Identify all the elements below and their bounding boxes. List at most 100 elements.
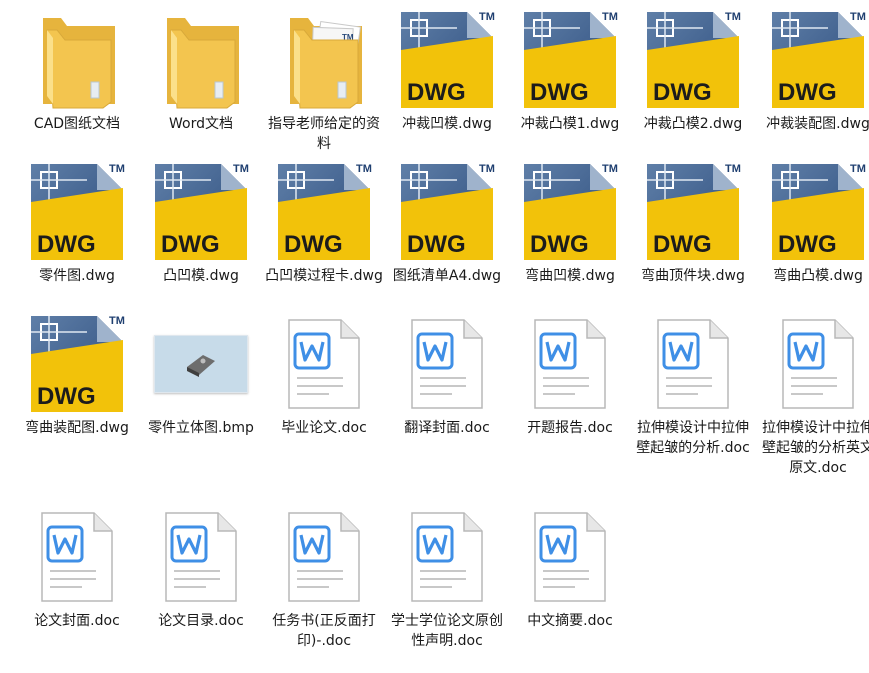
file-item[interactable]: DWG TM 弯曲凸模.dwg	[757, 160, 869, 310]
svg-text:TM: TM	[850, 11, 866, 23]
file-name-label: 论文目录.doc	[158, 613, 244, 629]
word-document-icon	[274, 505, 374, 609]
dwg-file-icon: DWG TM	[397, 8, 497, 112]
word-document-icon	[768, 312, 868, 416]
svg-text:TM: TM	[356, 163, 372, 175]
file-item[interactable]: 学士学位论文原创性声明.doc	[386, 505, 508, 655]
file-item[interactable]: 拉伸模设计中拉伸壁起皱的分析英文原文.doc	[757, 312, 869, 476]
svg-text:TM: TM	[479, 11, 495, 23]
file-grid: CAD图纸文档 Word文档 TM 指导老师给定的资料 DWG TM 冲裁凹模.…	[0, 0, 869, 673]
word-document-icon	[643, 312, 743, 416]
dwg-file-icon: DWG TM	[27, 160, 127, 264]
svg-text:TM: TM	[109, 163, 125, 175]
file-item[interactable]: DWG TM 图纸清单A4.dwg	[386, 160, 508, 310]
word-document-icon	[397, 505, 497, 609]
file-name-label: 中文摘要.doc	[527, 613, 613, 629]
word-document-icon	[520, 505, 620, 609]
svg-text:TM: TM	[602, 11, 618, 23]
file-name-label: 凸凹模.dwg	[163, 268, 239, 284]
file-name-label: 零件立体图.bmp	[148, 420, 254, 436]
svg-text:DWG: DWG	[37, 231, 96, 258]
file-name-label: 冲裁凸模2.dwg	[643, 116, 743, 132]
dwg-file-icon: DWG TM	[643, 8, 743, 112]
dwg-file-icon: DWG TM	[768, 160, 868, 264]
file-name-label: 冲裁凸模1.dwg	[520, 116, 620, 132]
file-name-label: 任务书(正反面打印)-.doc	[272, 613, 376, 649]
svg-text:DWG: DWG	[530, 231, 589, 258]
dwg-file-icon: DWG TM	[520, 160, 620, 264]
file-name-label: 弯曲装配图.dwg	[25, 420, 129, 436]
folder-icon	[27, 8, 127, 112]
file-item[interactable]: 中文摘要.doc	[509, 505, 631, 655]
file-item[interactable]: 零件立体图.bmp	[140, 312, 262, 462]
file-name-label: 弯曲凹模.dwg	[525, 268, 615, 284]
file-name-label: 拉伸模设计中拉伸壁起皱的分析.doc	[636, 420, 750, 456]
file-item[interactable]: 论文目录.doc	[140, 505, 262, 655]
file-item[interactable]: 开题报告.doc	[509, 312, 631, 462]
file-item[interactable]: 拉伸模设计中拉伸壁起皱的分析.doc	[632, 312, 754, 462]
svg-text:DWG: DWG	[407, 231, 466, 258]
file-item[interactable]: DWG TM 冲裁装配图.dwg	[757, 8, 869, 158]
file-item[interactable]: DWG TM 凸凹模.dwg	[140, 160, 262, 310]
bitmap-thumbnail-icon	[151, 312, 251, 416]
file-name-label: 图纸清单A4.dwg	[392, 268, 502, 284]
file-name-label: CAD图纸文档	[33, 116, 121, 132]
file-item[interactable]: DWG TM 弯曲顶件块.dwg	[632, 160, 754, 310]
file-name-label: 弯曲凸模.dwg	[773, 268, 863, 284]
dwg-file-icon: DWG TM	[151, 160, 251, 264]
file-name-label: Word文档	[169, 116, 233, 132]
file-name-label: 拉伸模设计中拉伸壁起皱的分析英文原文.doc	[762, 420, 869, 476]
file-item[interactable]: DWG TM 冲裁凸模2.dwg	[632, 8, 754, 158]
svg-text:TM: TM	[725, 163, 741, 175]
folder-icon	[151, 8, 251, 112]
svg-text:TM: TM	[479, 163, 495, 175]
dwg-file-icon: DWG TM	[274, 160, 374, 264]
file-item[interactable]: DWG TM 冲裁凸模1.dwg	[509, 8, 631, 158]
file-item[interactable]: CAD图纸文档	[16, 8, 138, 158]
file-item[interactable]: Word文档	[140, 8, 262, 158]
file-item[interactable]: DWG TM 弯曲凹模.dwg	[509, 160, 631, 310]
svg-text:DWG: DWG	[284, 231, 343, 258]
file-name-label: 论文封面.doc	[34, 613, 120, 629]
svg-text:DWG: DWG	[778, 79, 837, 106]
word-document-icon	[520, 312, 620, 416]
svg-text:DWG: DWG	[653, 231, 712, 258]
file-name-label: 零件图.dwg	[39, 268, 115, 284]
file-name-label: 翻译封面.doc	[404, 420, 490, 436]
dwg-file-icon: DWG TM	[397, 160, 497, 264]
svg-text:TM: TM	[850, 163, 866, 175]
svg-text:TM: TM	[602, 163, 618, 175]
svg-text:TM: TM	[725, 11, 741, 23]
file-item[interactable]: 论文封面.doc	[16, 505, 138, 655]
dwg-file-icon: DWG TM	[768, 8, 868, 112]
file-item[interactable]: DWG TM 冲裁凹模.dwg	[386, 8, 508, 158]
file-item[interactable]: 任务书(正反面打印)-.doc	[263, 505, 385, 655]
folder-with-documents-icon: TM	[274, 8, 374, 112]
file-name-label: 凸凹模过程卡.dwg	[265, 268, 383, 284]
svg-text:TM: TM	[109, 315, 125, 327]
file-name-label: 指导老师给定的资料	[268, 116, 380, 152]
word-document-icon	[397, 312, 497, 416]
word-document-icon	[274, 312, 374, 416]
file-item[interactable]: DWG TM 凸凹模过程卡.dwg	[263, 160, 385, 310]
svg-text:DWG: DWG	[530, 79, 589, 106]
svg-text:DWG: DWG	[37, 383, 96, 410]
word-document-icon	[27, 505, 127, 609]
svg-text:TM: TM	[233, 163, 249, 175]
svg-text:DWG: DWG	[653, 79, 712, 106]
word-document-icon	[151, 505, 251, 609]
file-name-label: 学士学位论文原创性声明.doc	[391, 613, 503, 649]
dwg-file-icon: DWG TM	[27, 312, 127, 416]
file-item[interactable]: DWG TM 零件图.dwg	[16, 160, 138, 310]
file-name-label: 冲裁装配图.dwg	[766, 116, 869, 132]
file-name-label: 冲裁凹模.dwg	[402, 116, 492, 132]
file-item[interactable]: 毕业论文.doc	[263, 312, 385, 462]
dwg-file-icon: DWG TM	[520, 8, 620, 112]
file-name-label: 毕业论文.doc	[281, 420, 367, 436]
file-name-label: 弯曲顶件块.dwg	[641, 268, 745, 284]
file-item[interactable]: TM 指导老师给定的资料	[263, 8, 385, 158]
file-name-label: 开题报告.doc	[527, 420, 613, 436]
file-item[interactable]: 翻译封面.doc	[386, 312, 508, 462]
dwg-file-icon: DWG TM	[643, 160, 743, 264]
file-item[interactable]: DWG TM 弯曲装配图.dwg	[16, 312, 138, 462]
